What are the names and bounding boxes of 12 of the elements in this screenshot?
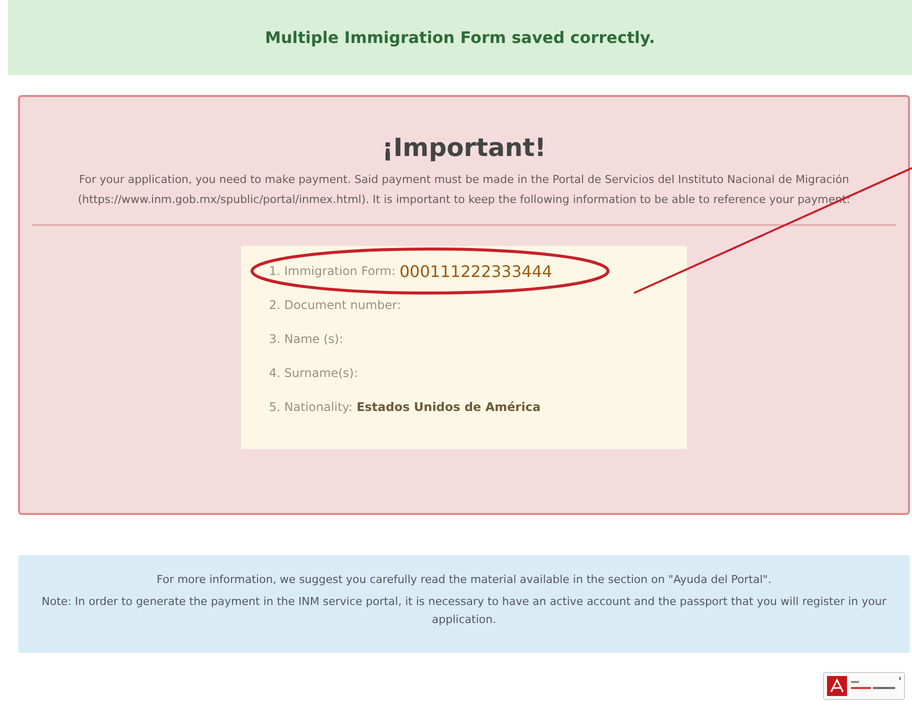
field-label: 1. Immigration Form: [269, 264, 396, 278]
info-text: Note: In order to generate the payment in the INM service portal, it is necessary to have an active account and the passport that you will register in your application. [40, 594, 888, 628]
field-label: 2. Document number: [269, 298, 401, 312]
field-label: 4. Surname(s): [269, 366, 358, 380]
info-text: For more information, we suggest you carefully read the material available in the section on "Ayuda del Portal". [156, 572, 772, 588]
field-value: Estados Unidos de América [356, 400, 541, 414]
field-label: 5. Nationality: [269, 400, 353, 414]
field-value: 000111222333444 [400, 262, 552, 280]
success-banner: Multiple Immigration Form saved correctly. [8, 0, 912, 75]
pdf-reader-badge-icon[interactable] [823, 672, 905, 700]
field-label: 3. Name (s): [269, 332, 344, 346]
important-title: ¡Important! [382, 133, 546, 162]
